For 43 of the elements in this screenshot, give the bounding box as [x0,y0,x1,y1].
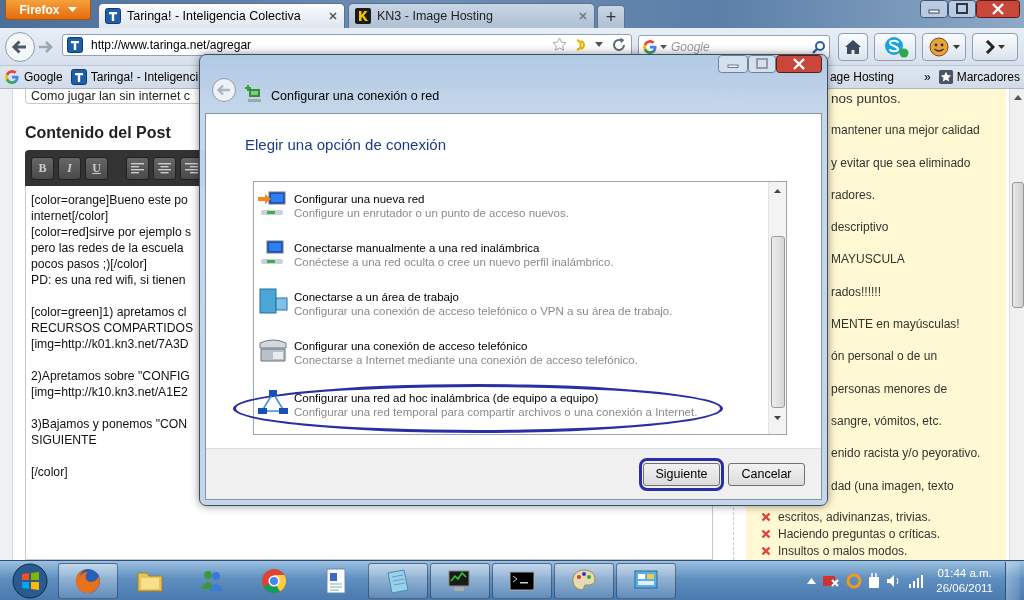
option-title: Conectarse a un área de trabajo [294,291,460,303]
rule-text: descriptivo [831,220,889,235]
rule-text: Insultos o malos modos. [778,543,908,558]
rule-text: mantener una mejor calidad [831,123,980,138]
rule-text: dad (una imagen, texto [831,478,954,493]
window-title: Configurar una conexión o red [271,89,440,103]
rule-text: MAYUSCULA [831,252,905,267]
option-description: Conectarse a Internet mediante una conexión de acceso telefónico. [294,354,638,366]
rule-text: radores. [831,187,876,202]
rule-heading: nos puntos. [831,90,901,106]
text-line: RECURSOS COMPARTIDOS [31,320,194,336]
rule-text: personas menores de [831,381,948,396]
text-line: [/color] [31,464,68,480]
text-line: [img=http://k10.kn3.net/A1E2 [31,384,188,400]
text-line: [color=red]sirve por ejemplo s [31,224,192,240]
section-heading: Contenido del Post [25,124,172,142]
option-description: Conéctese a una red oculta o cree un nuevo perfil inalámbrico. [294,256,614,268]
text-line: internet[/color] [31,208,109,224]
rule-text: escritos, adivinanzas, trivias. [778,509,931,524]
option-description: Configurar una conexión de acceso telefónico o VPN a su área de trabajo. [294,305,673,317]
option-title: Configurar una nueva red [294,193,426,205]
text-line: [img=http://k01.kn3.net/7A3D [31,336,189,352]
rule-text: y evitar que sea eliminado [831,155,971,170]
rule-text: ón personal o de un [831,349,938,364]
rule-text: sangre, vómitos, etc. [831,413,942,428]
option-description: Configurar una red temporal para compartir archivos o una conexión a Internet. [294,406,698,418]
option-title: Configurar una red ad hoc inalámbrica (de equipo a equipo) [294,392,600,404]
text-line: pero las redes de la escuela [31,240,184,256]
rule-text: MENTE en mayúsculas! [831,317,960,332]
option-description: Configure un enrutador o un punto de acceso nuevos. [294,207,569,219]
rule-text: enido racista y/o peyorativo. [831,446,981,461]
option-title: Configurar una conexión de acceso telefónico [294,340,529,352]
text-line: 3)Bajamos y ponemos "CON [31,416,188,432]
text-line: SIGUIENTE [31,432,97,448]
dialog-heading: Elegir una opción de conexión [245,136,447,153]
text-line: [color=orange]Bueno este po [31,192,188,208]
text-line: 2)Apretamos sobre "CONFIG [31,368,190,384]
rule-text: Haciendo preguntas o críticas. [778,526,941,541]
text-line: pocos pasos ;)[/color] [31,256,147,272]
text-line: PD: es una red wifi, si tienen [31,272,186,288]
text-line: [color=green]1) apretamos cl [31,304,187,320]
rule-text: rados!!!!!! [831,284,882,299]
option-title: Conectarse manualmente a una red inalámbrica [294,242,541,254]
